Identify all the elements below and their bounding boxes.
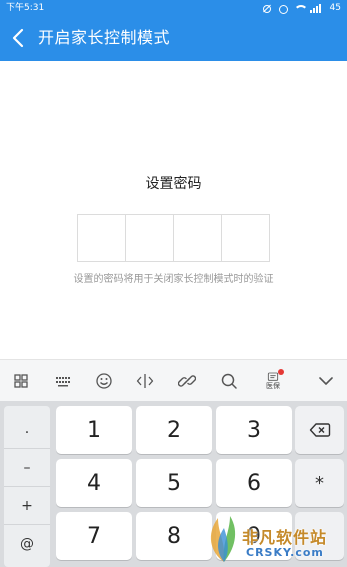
back-button[interactable] — [8, 26, 30, 50]
symbol-column: . – + @ — [4, 406, 50, 567]
password-title: 设置密码 — [145, 176, 202, 192]
status-bar: 下午5:31 45 — [0, 0, 347, 16]
screen: 下午5:31 45 开启家长控制模式 设置密码 设置的密码将用于关闭家长控制模式… — [0, 0, 347, 567]
key-4[interactable]: 4 — [56, 459, 132, 507]
cursor-move-icon — [136, 374, 154, 388]
wifi-icon — [293, 4, 308, 13]
key-7[interactable]: 7 — [56, 512, 132, 560]
keyboard-icon — [56, 377, 70, 387]
key-2[interactable]: 2 — [136, 406, 212, 454]
password-digit-box[interactable] — [174, 215, 222, 261]
password-digit-box[interactable] — [78, 215, 126, 261]
password-input[interactable] — [77, 214, 270, 262]
main-content: 设置密码 设置的密码将用于关闭家长控制模式时的验证 — [0, 61, 347, 359]
symbol-key[interactable]: + — [4, 486, 50, 524]
header: 开启家长控制模式 — [0, 16, 347, 61]
numeric-keyboard: . – + @ 1 2 3 4 5 6 * 7 8 9 — [0, 401, 347, 567]
chevron-left-icon — [12, 28, 24, 48]
medical-insurance-label: 医保 — [266, 382, 280, 390]
symbol-key[interactable]: @ — [4, 524, 50, 562]
keyboard-switch-button[interactable] — [50, 368, 76, 394]
extra-key[interactable] — [295, 512, 344, 560]
search-button[interactable] — [216, 368, 242, 394]
symbol-key[interactable]: – — [4, 448, 50, 486]
key-9[interactable]: 9 — [216, 512, 292, 560]
link-button[interactable] — [174, 368, 200, 394]
password-hint: 设置的密码将用于关闭家长控制模式时的验证 — [73, 274, 274, 285]
symbol-key[interactable]: . — [4, 410, 50, 448]
asterisk-key[interactable]: * — [295, 459, 344, 507]
battery-level: 45 — [329, 3, 341, 13]
signal-icon — [309, 3, 324, 13]
notification-dot — [278, 369, 284, 375]
status-icons: 45 — [262, 0, 341, 16]
emoji-icon — [96, 373, 112, 389]
cursor-move-button[interactable] — [132, 368, 158, 394]
page-title: 开启家长控制模式 — [38, 28, 171, 47]
alarm-icon — [278, 4, 288, 14]
backspace-icon — [309, 423, 330, 437]
key-5[interactable]: 5 — [136, 459, 212, 507]
key-3[interactable]: 3 — [216, 406, 292, 454]
link-icon — [178, 375, 196, 387]
key-8[interactable]: 8 — [136, 512, 212, 560]
grid-button[interactable] — [8, 368, 34, 394]
grid-icon — [14, 374, 28, 388]
password-digit-box[interactable] — [222, 215, 269, 261]
search-icon — [221, 373, 237, 389]
key-1[interactable]: 1 — [56, 406, 132, 454]
key-6[interactable]: 6 — [216, 459, 292, 507]
keyboard-toolbar: 医保 — [0, 359, 347, 401]
backspace-button[interactable] — [295, 406, 344, 454]
collapse-keyboard-button[interactable] — [313, 368, 339, 394]
status-time: 下午5:31 — [6, 3, 45, 13]
chevron-down-icon — [319, 377, 333, 385]
password-digit-box[interactable] — [126, 215, 174, 261]
emoji-button[interactable] — [91, 368, 117, 394]
mute-icon — [262, 4, 272, 13]
medical-insurance-button[interactable]: 医保 — [260, 368, 286, 394]
